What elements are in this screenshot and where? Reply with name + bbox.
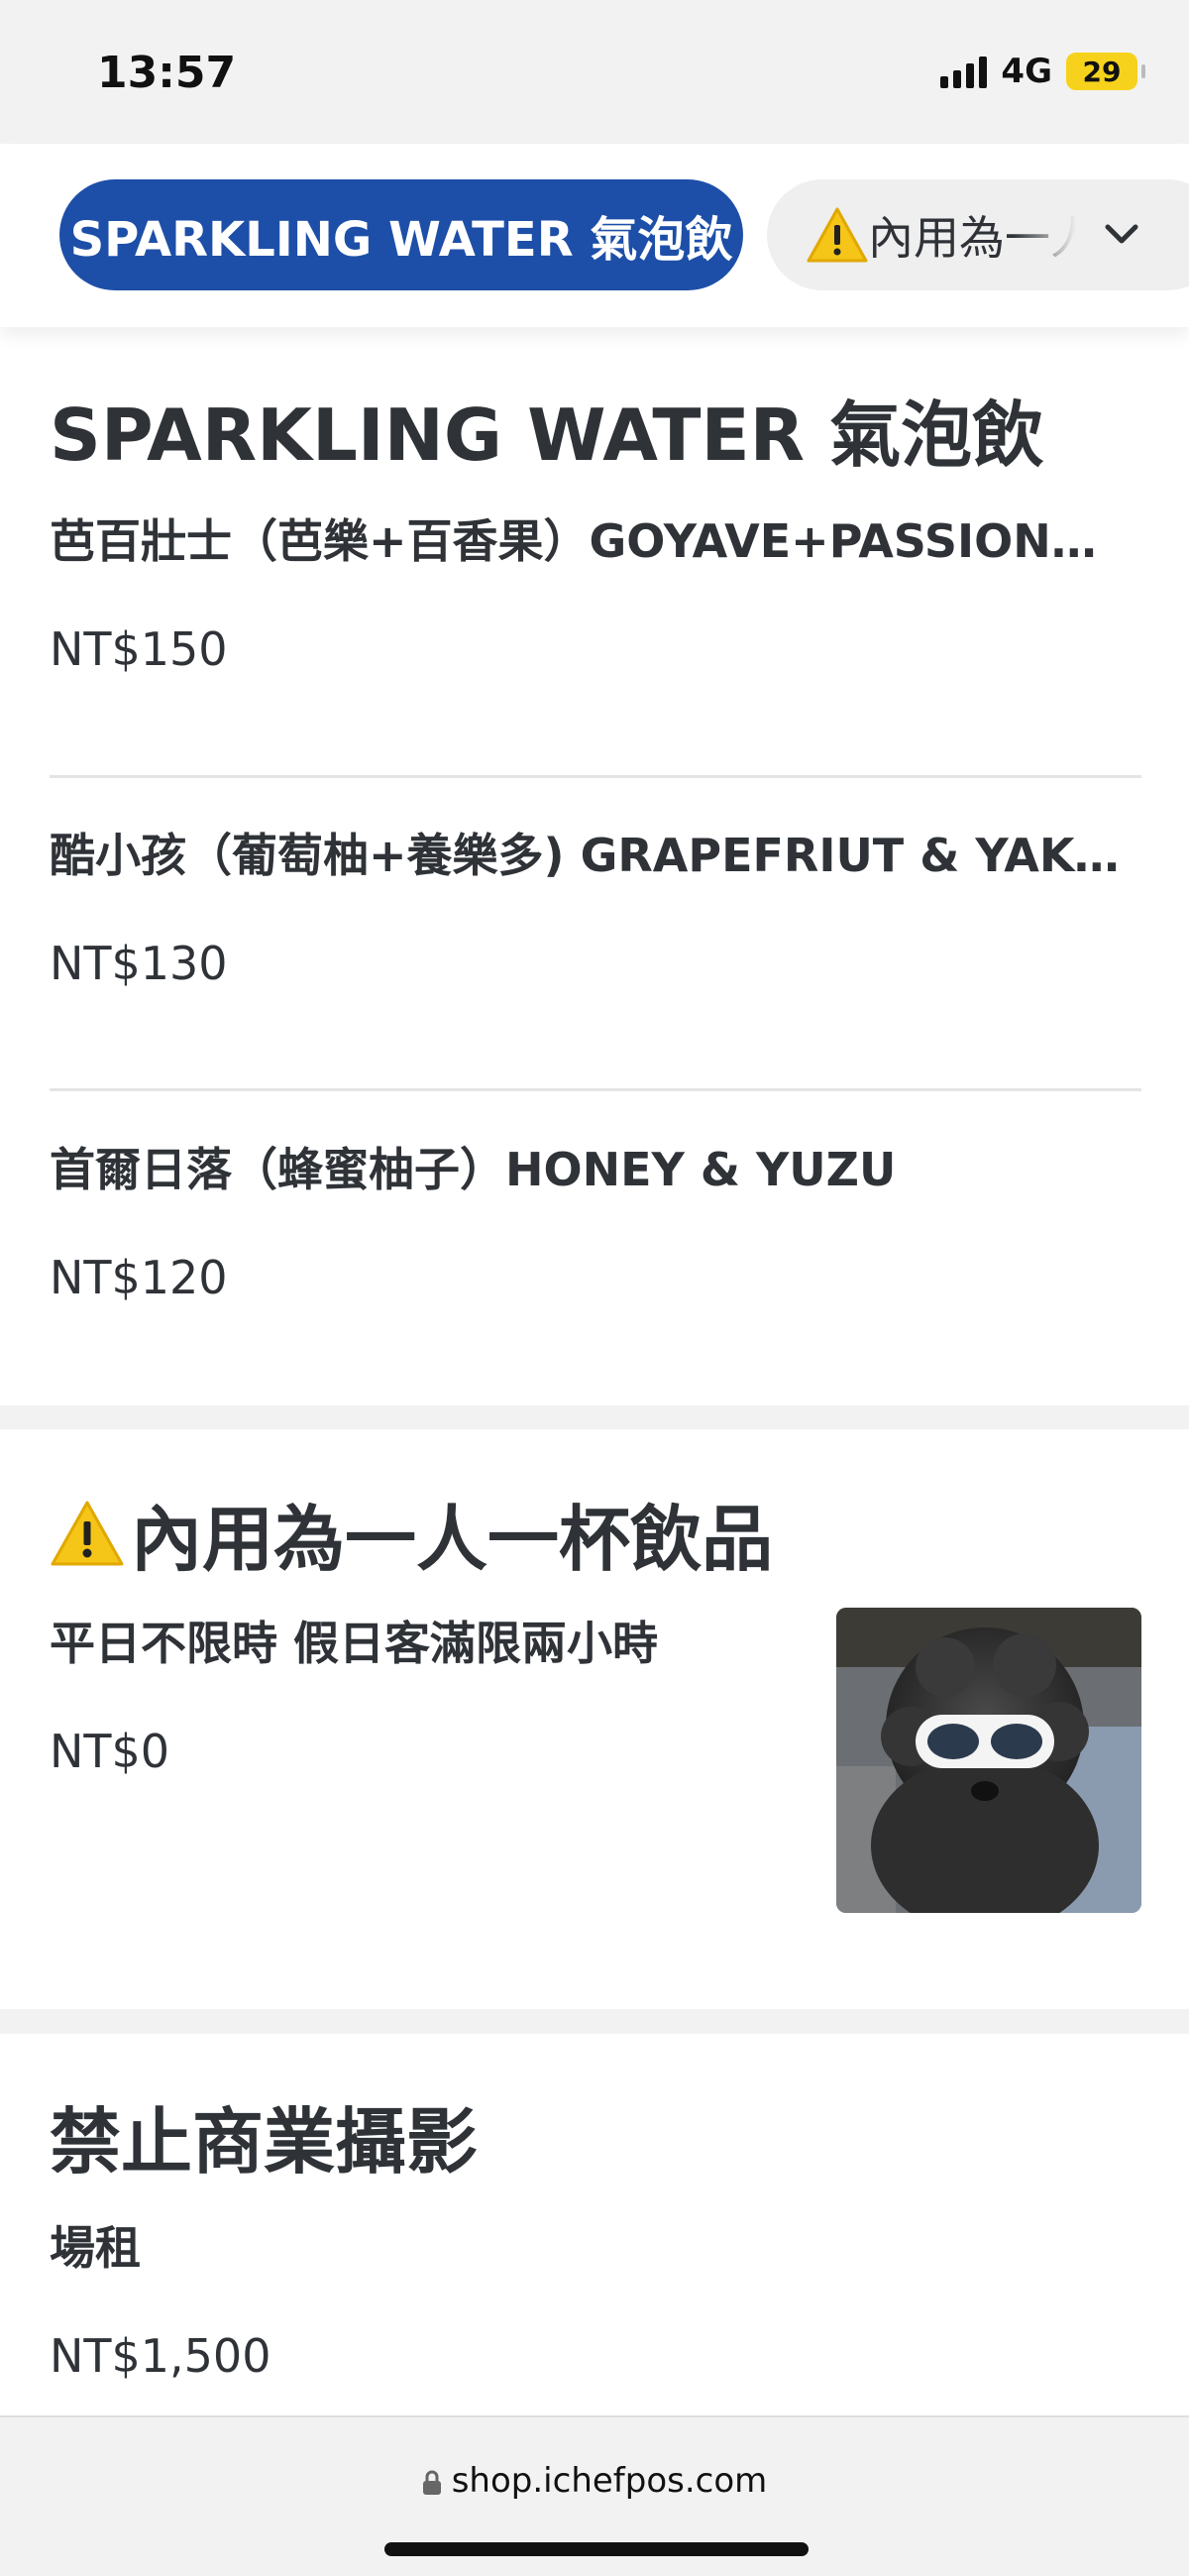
menu-item-name[interactable]: 首爾日落（蜂蜜柚子）HONEY & YUZU [50, 1134, 1139, 1199]
menu-item-price: NT$150 [50, 622, 228, 676]
category-dropdown-label: 內用為一人一杯飲品 [868, 211, 1076, 265]
battery-level: 29 [1082, 55, 1122, 88]
section-sparkling-water: SPARKLING WATER 氣泡飲 芭百壯士（芭樂+百香果）GOYAVE+P… [0, 327, 1189, 1405]
menu-item-name[interactable]: 芭百壯士（芭樂+百香果）GOYAVE+PASSION FRUIT [50, 505, 1110, 571]
url-text: shop.ichefpos.com [451, 2461, 768, 2501]
status-time: 13:57 [97, 48, 237, 98]
menu-item-name[interactable]: 酷小孩（葡萄柚+養樂多) GRAPEFRIUT & YAKULT [50, 820, 1149, 885]
section-title: 禁止商業攝影 [50, 2100, 479, 2184]
menu-item-price: NT$0 [50, 1725, 170, 1778]
section-no-commercial-photography: 禁止商業攝影 場租 NT$1,500 [0, 2034, 1189, 2415]
menu-item-price: NT$120 [50, 1251, 228, 1304]
battery-icon: 29 [1066, 53, 1145, 90]
menu-item-price: NT$1,500 [50, 2329, 271, 2383]
warning-icon [51, 1501, 124, 1565]
menu-item-price: NT$130 [50, 937, 228, 990]
network-label: 4G [1001, 52, 1052, 91]
browser-url-bar[interactable]: shop.ichefpos.com [0, 2415, 1189, 2576]
lock-icon [422, 2470, 441, 2495]
menu-item-name[interactable]: 場租 [50, 2212, 141, 2278]
section-title: SPARKLING WATER 氣泡飲 [50, 393, 1044, 477]
divider [50, 1088, 1141, 1091]
category-pill-sparkling-water[interactable]: SPARKLING WATER 氣泡飲 [59, 179, 743, 290]
dog-with-goggles-photo[interactable] [836, 1608, 1141, 1913]
section-title-text: 內用為一人一杯飲品 [131, 1498, 774, 1581]
url-display[interactable]: shop.ichefpos.com [0, 2461, 1189, 2501]
section-dine-in-notice: 內用為一人一杯飲品 平日不限時 假日客滿限兩小時 NT$0 [0, 1429, 1189, 2009]
warning-icon [807, 207, 868, 263]
status-icons: 4G 29 [940, 52, 1145, 91]
divider [50, 775, 1141, 778]
chevron-down-icon [1105, 224, 1138, 244]
signal-icon [940, 55, 988, 88]
section-title: 內用為一人一杯飲品 [50, 1481, 773, 1585]
menu-item-name[interactable]: 平日不限時 假日客滿限兩小時 [50, 1608, 803, 1673]
category-dropdown[interactable]: 內用為一人一杯飲品 [767, 179, 1189, 290]
category-bar: SPARKLING WATER 氣泡飲 內用為一人一杯飲品 [0, 144, 1189, 327]
status-bar: 13:57 4G 29 [0, 0, 1189, 144]
home-indicator[interactable] [384, 2542, 809, 2556]
